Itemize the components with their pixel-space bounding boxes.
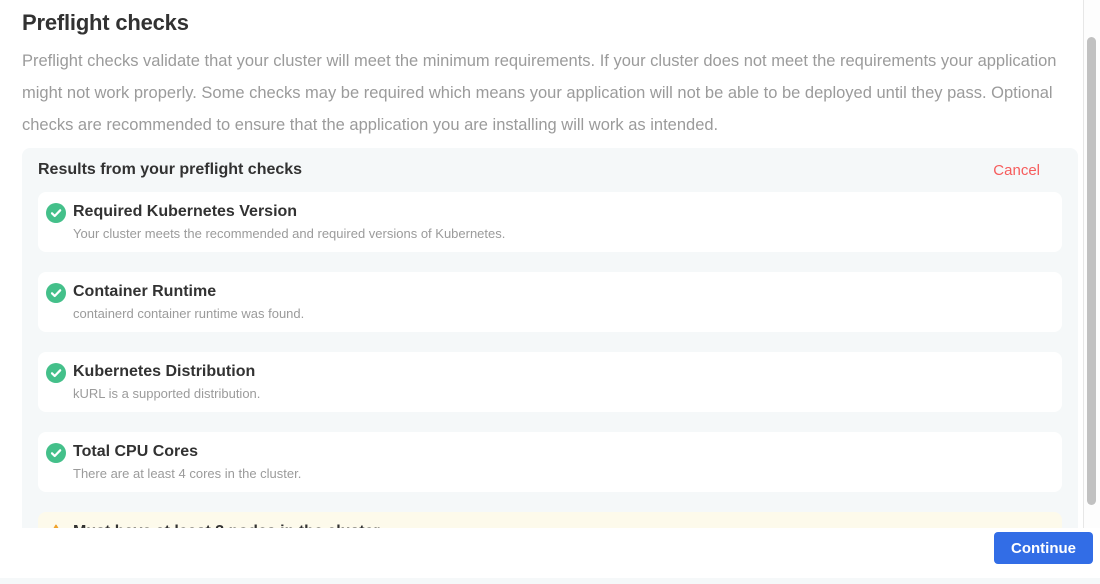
check-description: Your cluster meets the recommended and r…	[73, 226, 505, 242]
page-description: Preflight checks validate that your clus…	[22, 45, 1060, 141]
check-title: Container Runtime	[73, 281, 304, 302]
check-row: Container Runtime containerd container r…	[38, 272, 1062, 332]
check-row: Kubernetes Distribution kURL is a suppor…	[38, 352, 1062, 412]
check-row: Total CPU Cores There are at least 4 cor…	[38, 432, 1062, 492]
check-list: Required Kubernetes Version Your cluster…	[38, 192, 1062, 528]
check-title: Must have at least 3 nodes in the cluste…	[73, 521, 380, 528]
check-title: Kubernetes Distribution	[73, 361, 260, 382]
check-row: Must have at least 3 nodes in the cluste…	[38, 512, 1062, 528]
check-description: containerd container runtime was found.	[73, 306, 304, 322]
check-title: Required Kubernetes Version	[73, 201, 505, 222]
check-description: kURL is a supported distribution.	[73, 386, 260, 402]
continue-button[interactable]: Continue	[994, 532, 1093, 564]
preflight-results-panel: Results from your preflight checks Cance…	[22, 148, 1078, 528]
check-circle-icon	[46, 363, 66, 383]
check-description: There are at least 4 cores in the cluste…	[73, 466, 301, 482]
check-title: Total CPU Cores	[73, 441, 301, 462]
panel-header: Results from your preflight checks Cance…	[38, 160, 1062, 180]
footer-bar: Continue	[0, 528, 1100, 578]
check-circle-icon	[46, 283, 66, 303]
preflight-scroll-area: Preflight checks Preflight checks valida…	[0, 0, 1083, 528]
check-row: Required Kubernetes Version Your cluster…	[38, 192, 1062, 252]
scrollbar-thumb[interactable]	[1087, 37, 1096, 505]
cancel-link[interactable]: Cancel	[993, 162, 1040, 179]
scrollbar-track[interactable]	[1083, 0, 1100, 528]
check-circle-icon	[46, 203, 66, 223]
page-title: Preflight checks	[22, 10, 1083, 36]
check-circle-icon	[46, 443, 66, 463]
panel-title: Results from your preflight checks	[38, 161, 302, 179]
bottom-strip	[0, 578, 1100, 584]
